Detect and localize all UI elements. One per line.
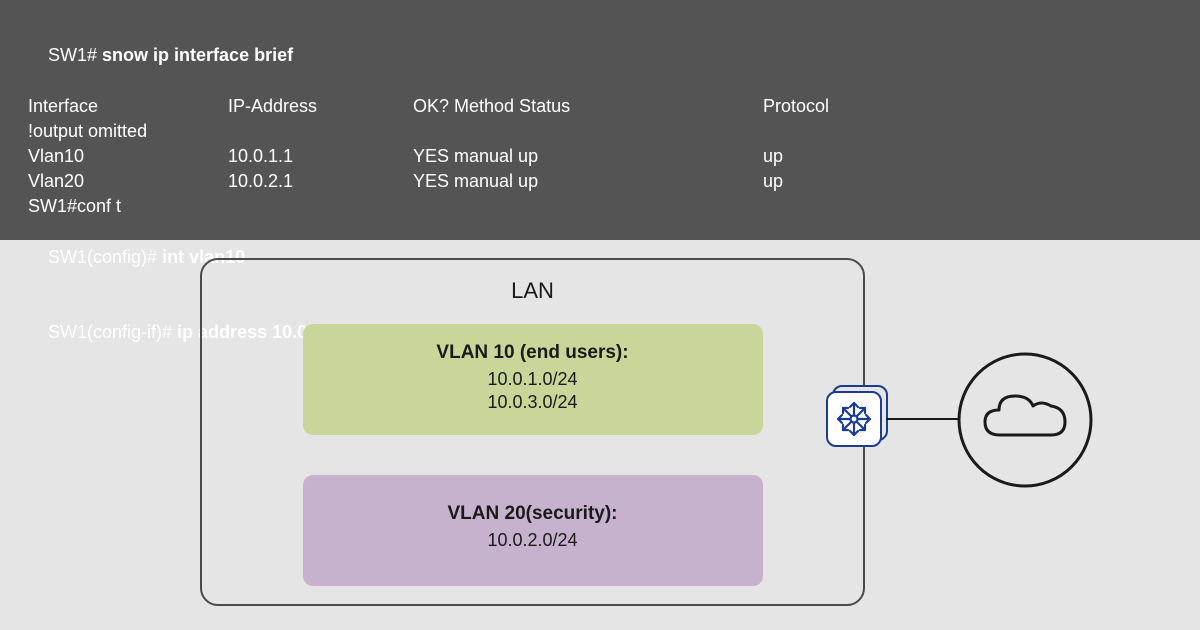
cli-header-row: Interface IP-Address OK? Method Status P…	[28, 94, 1172, 119]
cli-cell-protocol: up	[763, 144, 1172, 169]
network-diagram: LAN VLAN 10 (end users): 10.0.1.0/24 10.…	[0, 240, 1200, 630]
cli-cell-ip: 10.0.2.1	[228, 169, 413, 194]
vlan10-title: VLAN 10 (end users):	[313, 342, 753, 364]
cli-cell-ip: 10.0.1.1	[228, 144, 413, 169]
cli-header-ip: IP-Address	[228, 94, 413, 119]
cli-line-show: SW1# snow ip interface brief	[28, 18, 1172, 94]
cli-line-conf: SW1#conf t	[28, 194, 1172, 219]
cli-header-protocol: Protocol	[763, 94, 1172, 119]
cli-row-vlan10: Vlan10 10.0.1.1 YES manual up up	[28, 144, 1172, 169]
cli-cell-method: YES manual up	[413, 144, 763, 169]
cli-cell-protocol: up	[763, 169, 1172, 194]
vlan10-subnet2: 10.0.3.0/24	[313, 391, 753, 414]
cli-cell-interface: Vlan20	[28, 169, 228, 194]
vlan10-subnet1: 10.0.1.0/24	[313, 368, 753, 391]
vlan20-box: VLAN 20(security): 10.0.2.0/24	[303, 475, 763, 586]
cli-terminal: SW1# snow ip interface brief Interface I…	[0, 0, 1200, 240]
vlan20-subnet1: 10.0.2.0/24	[313, 529, 753, 552]
cli-header-method: OK? Method Status	[413, 94, 763, 119]
cloud-icon	[955, 350, 1095, 490]
cli-cell-interface: Vlan10	[28, 144, 228, 169]
lan-container: LAN VLAN 10 (end users): 10.0.1.0/24 10.…	[200, 258, 865, 606]
cli-output-omitted: !output omitted	[28, 119, 1172, 144]
cli-prompt: SW1#	[48, 45, 102, 65]
link-line	[886, 418, 958, 420]
router-arrows-icon	[832, 397, 876, 441]
vlan20-title: VLAN 20(security):	[313, 503, 753, 525]
cli-row-vlan20: Vlan20 10.0.2.1 YES manual up up	[28, 169, 1172, 194]
cli-command: snow ip interface brief	[102, 45, 293, 65]
cli-header-interface: Interface	[28, 94, 228, 119]
lan-title: LAN	[202, 278, 863, 304]
router-front-panel	[826, 391, 882, 447]
vlan10-box: VLAN 10 (end users): 10.0.1.0/24 10.0.3.…	[303, 324, 763, 435]
cli-cell-method: YES manual up	[413, 169, 763, 194]
router-icon	[826, 388, 888, 450]
